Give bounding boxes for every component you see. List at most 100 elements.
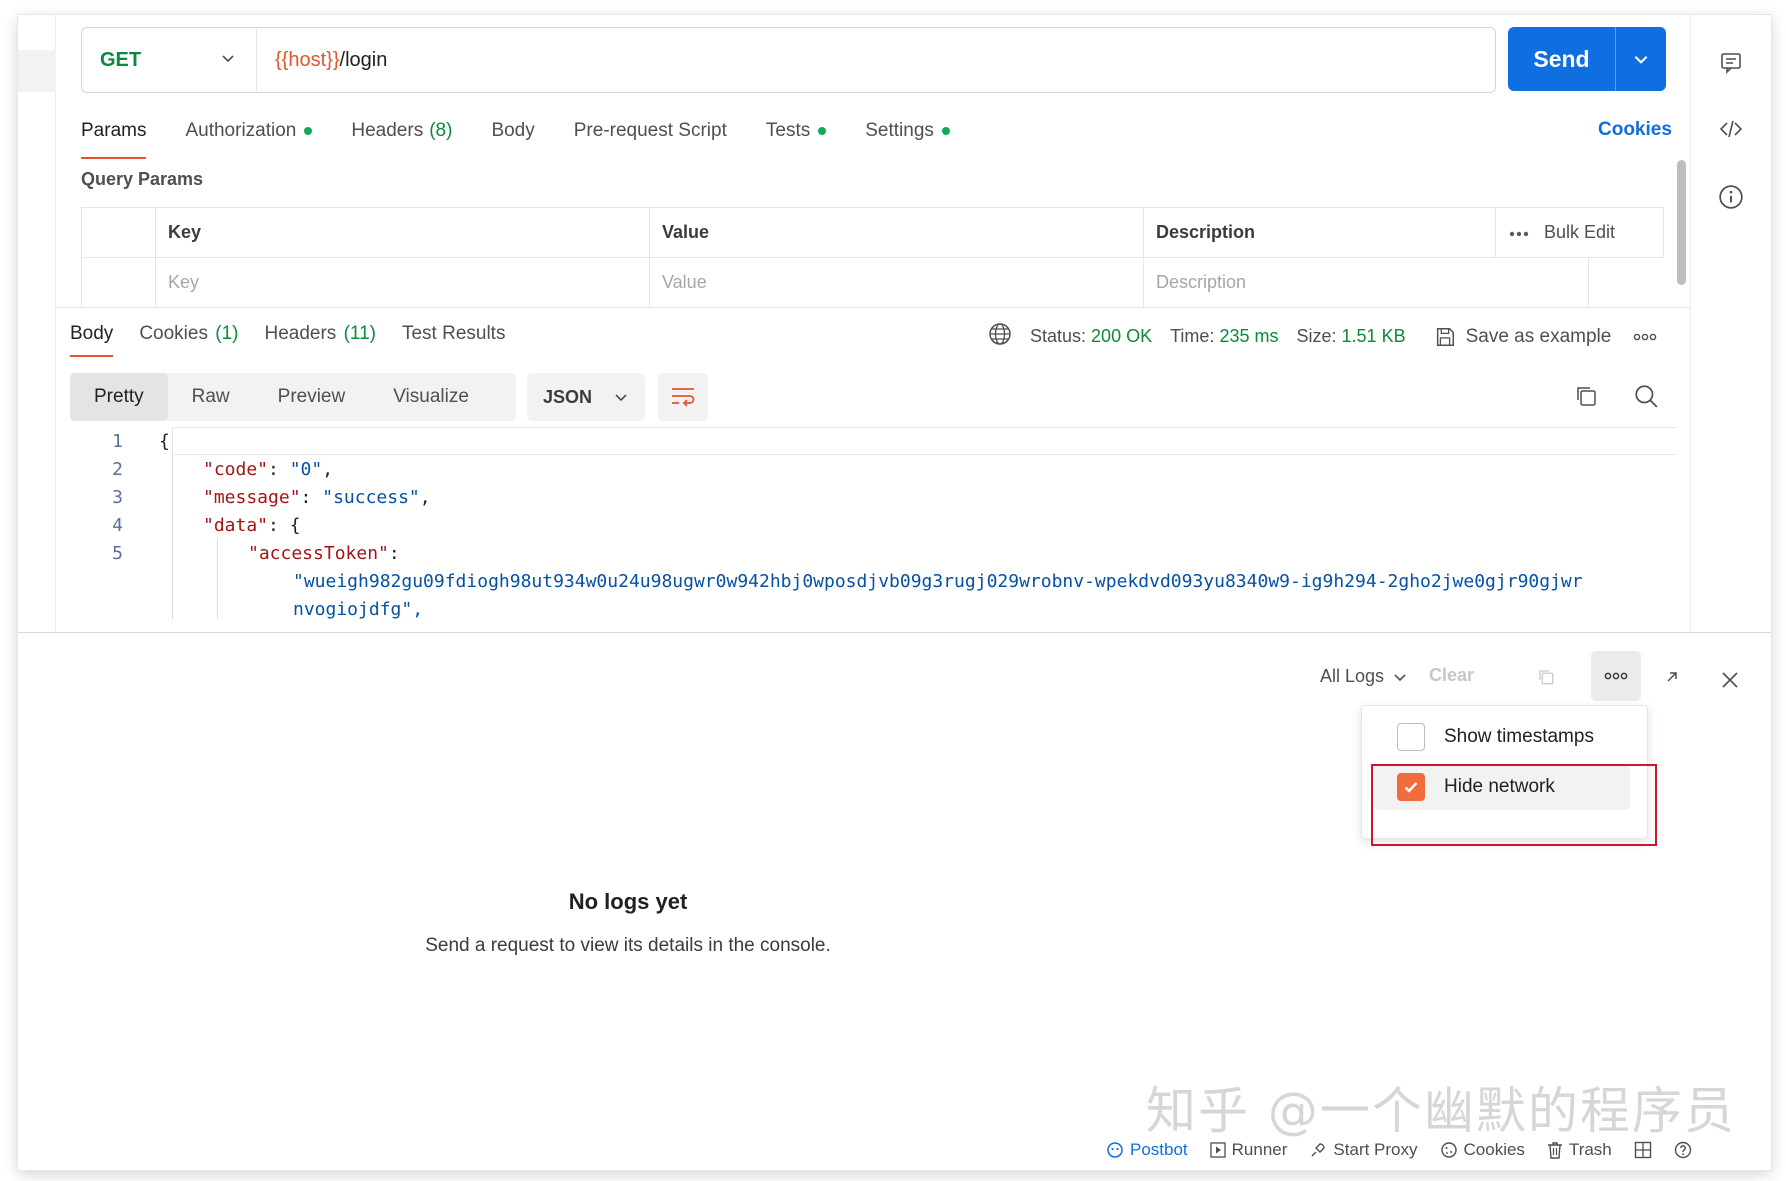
tab-params[interactable]: Params	[81, 115, 147, 159]
status-dot	[304, 127, 313, 135]
cookie-icon	[1440, 1142, 1457, 1158]
more-options-icon	[1604, 672, 1628, 680]
tab-response-cookies[interactable]: Cookies (1)	[139, 323, 238, 345]
scrollbar[interactable]	[1677, 160, 1686, 285]
search-icon[interactable]	[1631, 381, 1661, 411]
chevron-down-icon	[220, 50, 236, 71]
description-input[interactable]: Description	[1143, 258, 1589, 307]
cookies-button[interactable]: Cookies	[1440, 1140, 1525, 1160]
info-icon[interactable]	[1717, 183, 1745, 211]
status-info[interactable]: Status: 200 OK	[1030, 326, 1152, 347]
status-dot	[941, 127, 950, 135]
save-icon	[1436, 327, 1454, 346]
tab-authorization[interactable]: Authorization	[185, 115, 313, 147]
save-as-example-button[interactable]: Save as example	[1434, 326, 1611, 348]
left-sidebar-rail	[18, 15, 56, 632]
console-divider[interactable]	[18, 632, 1771, 633]
url-input[interactable]: {{host}}/login	[257, 49, 387, 72]
row-checkbox	[81, 258, 155, 307]
show-timestamps-checkbox[interactable]	[1397, 723, 1425, 751]
empty-state-subtitle: Send a request to view its details in th…	[425, 935, 831, 956]
tab-body[interactable]: Body	[491, 115, 534, 147]
bulk-edit-button[interactable]: Bulk Edit	[1544, 222, 1615, 243]
current-line-highlight	[172, 427, 1676, 455]
help-icon[interactable]	[1674, 1141, 1692, 1159]
method-label: GET	[100, 48, 142, 71]
runner-button[interactable]: Runner	[1210, 1140, 1287, 1160]
proxy-icon	[1311, 1143, 1326, 1157]
value-input[interactable]: Value	[649, 258, 1143, 307]
query-params-title: Query Params	[81, 169, 204, 189]
close-icon[interactable]	[1710, 660, 1750, 700]
watermark: 知乎 @一个幽默的程序员	[1146, 1082, 1736, 1140]
clear-button[interactable]: Clear	[1429, 665, 1474, 686]
code-line: 3 "message": "success",	[70, 483, 1676, 511]
postman-window: GET {{host}}/login Send Params Authoriza…	[18, 15, 1771, 1170]
layout-icon[interactable]	[1634, 1141, 1652, 1159]
wrap-lines-button[interactable]	[658, 373, 708, 421]
status-bar: Postbot Runner Start Proxy Cookies Trash	[1106, 1140, 1692, 1160]
chevron-down-icon	[615, 394, 627, 402]
right-sidebar-rail	[1690, 15, 1771, 632]
code-line: nvogiojdfg",	[70, 595, 1676, 619]
tab-settings[interactable]: Settings	[865, 115, 950, 147]
tab-response-headers[interactable]: Headers (11)	[264, 323, 376, 345]
tab-pre-request-script[interactable]: Pre-request Script	[574, 115, 727, 147]
show-timestamps-option[interactable]: Show timestamps	[1374, 714, 1630, 760]
query-params-table: Key Value Description Bulk Edit Key Valu…	[81, 207, 1664, 308]
response-tabs: Body Cookies (1) Headers (11) Test Resul…	[70, 323, 531, 357]
left-rail-active-indicator[interactable]	[18, 50, 56, 92]
method-selector[interactable]: GET	[82, 28, 257, 92]
more-options-icon[interactable]	[1633, 326, 1657, 347]
more-options-icon[interactable]	[1508, 222, 1530, 243]
tab-response-body[interactable]: Body	[70, 323, 114, 357]
code-snippet-icon[interactable]	[1717, 115, 1745, 143]
tab-tests[interactable]: Tests	[766, 115, 827, 147]
code-line: 4 "data": {	[70, 511, 1676, 539]
response-body-editor[interactable]: 1 { 2 "code": "0", 3 "message": "success…	[70, 427, 1676, 619]
trash-button[interactable]: Trash	[1547, 1140, 1612, 1160]
code-line: 5 "accessToken":	[70, 539, 1676, 567]
tab-headers[interactable]: Headers (8)	[351, 115, 452, 147]
size-info[interactable]: Size: 1.51 KB	[1296, 326, 1405, 347]
comments-icon[interactable]	[1717, 49, 1745, 77]
tab-test-results[interactable]: Test Results	[402, 323, 505, 345]
table-row: Key Value Description	[81, 258, 1664, 308]
send-button-group: Send	[1508, 27, 1666, 91]
log-filter-dropdown[interactable]: All Logs	[1320, 666, 1408, 687]
expand-icon[interactable]	[1652, 657, 1692, 697]
url-variable: {{host}}	[275, 48, 340, 71]
code-line: 2 "code": "0",	[70, 455, 1676, 483]
key-input[interactable]: Key	[155, 258, 649, 307]
view-raw[interactable]: Raw	[168, 373, 254, 421]
send-options-button[interactable]	[1616, 27, 1666, 91]
globe-icon[interactable]	[988, 322, 1012, 351]
console-more-options-button[interactable]	[1591, 651, 1641, 701]
empty-state-title: No logs yet	[568, 889, 688, 914]
divider	[56, 307, 1690, 308]
code-line: "wueigh982gu09fdiogh98ut934w0u24u98ugwr0…	[70, 567, 1676, 595]
response-meta: Status: 200 OK Time: 235 ms Size: 1.51 K…	[988, 322, 1657, 351]
table-header-row: Key Value Description Bulk Edit	[81, 208, 1664, 258]
copy-icon[interactable]	[1571, 381, 1601, 411]
request-tabs: Params Authorization Headers (8) Body Pre…	[81, 115, 989, 159]
play-icon	[1210, 1142, 1226, 1158]
wrap-lines-icon	[672, 388, 695, 407]
format-dropdown[interactable]: JSON	[527, 373, 645, 421]
url-path: /login	[339, 48, 388, 71]
status-dot	[818, 127, 827, 135]
start-proxy-button[interactable]: Start Proxy	[1309, 1140, 1418, 1160]
cookies-link[interactable]: Cookies	[1598, 119, 1672, 141]
view-visualize[interactable]: Visualize	[369, 373, 493, 421]
view-pretty[interactable]: Pretty	[70, 373, 168, 421]
time-info[interactable]: Time: 235 ms	[1170, 326, 1278, 347]
url-bar: GET {{host}}/login	[81, 27, 1496, 93]
send-button[interactable]: Send	[1508, 27, 1616, 91]
postbot-button[interactable]: Postbot	[1106, 1140, 1188, 1160]
checkbox-column	[81, 208, 155, 257]
chevron-down-icon	[1634, 56, 1648, 64]
copy-icon[interactable]	[1526, 657, 1566, 697]
view-preview[interactable]: Preview	[254, 373, 370, 421]
postbot-icon	[1107, 1142, 1123, 1158]
view-mode-selector: Pretty Raw Preview Visualize	[70, 373, 516, 421]
